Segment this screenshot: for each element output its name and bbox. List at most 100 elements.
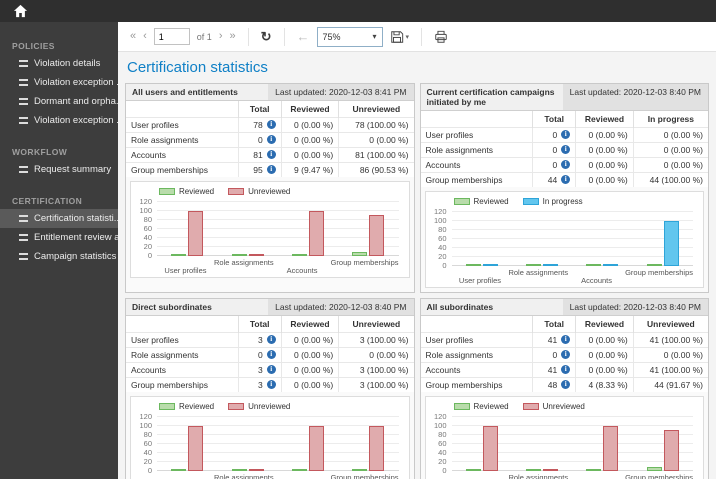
sidebar-section-certification: CERTIFICATION Certification statisti... …	[0, 193, 118, 266]
print-button[interactable]	[434, 30, 448, 44]
info-icon[interactable]	[266, 365, 276, 374]
info-icon[interactable]	[561, 160, 571, 169]
table-row: User profiles 0 0 (0.00 %) 0 (0.00 %)	[420, 127, 708, 143]
info-icon[interactable]	[266, 150, 276, 159]
total-value: 0	[258, 135, 263, 145]
total-value: 95	[253, 165, 263, 175]
zoom-value: 75%	[322, 31, 341, 42]
sidebar-item-request-summary[interactable]: Request summary	[0, 160, 118, 179]
y-tick-label: 60	[143, 224, 152, 233]
panel-direct-subordinates: Direct subordinates Last updated: 2020-1…	[125, 298, 415, 479]
sidebar-item-violation-exception-1[interactable]: Violation exception ...	[0, 73, 118, 92]
bar-unreviewed	[308, 211, 324, 256]
page-number-input[interactable]	[153, 28, 190, 45]
info-icon[interactable]	[561, 380, 571, 389]
reviewed-value: 0 (0.00 %)	[575, 157, 634, 173]
y-tick-label: 20	[143, 242, 152, 251]
unreviewed-value: 0 (0.00 %)	[338, 347, 414, 363]
sidebar-item-violation-exception-2[interactable]: Violation exception ...	[0, 111, 118, 130]
info-icon[interactable]	[266, 335, 276, 344]
next-page-button[interactable]: ›	[219, 31, 223, 42]
report-icon	[19, 117, 28, 124]
bar-reviewed	[291, 469, 307, 471]
info-icon[interactable]	[561, 350, 571, 359]
panel-all-users-and-entitlements: All users and entitlements Last updated:…	[125, 83, 415, 293]
sidebar-item-campaign-statistics[interactable]: Campaign statistics	[0, 247, 118, 266]
info-icon[interactable]	[561, 365, 571, 374]
info-icon[interactable]	[266, 350, 276, 359]
total-value: 0	[552, 130, 558, 140]
chart-container: Reviewed Unreviewed 020406080100120 User …	[424, 396, 704, 479]
column-header-reviewed: Reviewed	[575, 111, 634, 128]
info-icon[interactable]	[561, 335, 571, 344]
legend-swatch-unreviewed	[228, 188, 245, 195]
bar-in-progress	[663, 221, 679, 266]
info-icon[interactable]	[266, 135, 276, 144]
bar-reviewed	[171, 254, 187, 256]
reviewed-value: 0 (0.00 %)	[280, 347, 339, 363]
first-page-button[interactable]: «	[130, 31, 136, 42]
column-header-total: Total	[532, 111, 576, 128]
legend-label: Reviewed	[473, 197, 509, 206]
home-icon	[13, 4, 27, 18]
back-button[interactable]: ←	[297, 30, 310, 43]
info-icon[interactable]	[561, 175, 571, 184]
info-icon[interactable]	[266, 380, 276, 389]
info-icon[interactable]	[266, 165, 276, 174]
panel-title: All users and entitlements	[126, 84, 269, 100]
sidebar-item-dormant-and-orphaned[interactable]: Dormant and orpha...	[0, 92, 118, 111]
bar-reviewed	[352, 469, 368, 471]
column-header-empty	[421, 316, 533, 333]
main-area: « ‹ of 1 › » ↻ ← 75% ▾ ▾	[118, 22, 716, 479]
bar-group	[452, 417, 512, 471]
y-tick-label: 120	[433, 412, 447, 421]
legend-label: Unreviewed	[248, 187, 291, 196]
y-tick-label: 20	[438, 252, 447, 261]
info-icon[interactable]	[561, 145, 571, 154]
bar-group	[278, 202, 338, 256]
y-tick-label: 60	[438, 439, 447, 448]
previous-page-button[interactable]: ‹	[143, 31, 147, 42]
y-tick-label: 40	[438, 448, 447, 457]
y-tick-label: 100	[139, 206, 152, 215]
sidebar-item-entitlement-review[interactable]: Entitlement review a...	[0, 228, 118, 247]
x-category-label: Group memberships	[330, 473, 399, 479]
zoom-select[interactable]: 75% ▾	[316, 26, 383, 47]
reviewed-value: 0 (0.00 %)	[575, 332, 634, 348]
home-button[interactable]	[11, 3, 29, 19]
panel-title: Direct subordinates	[126, 299, 269, 315]
panels-grid: All users and entitlements Last updated:…	[125, 83, 709, 479]
sidebar-item-label: Campaign statistics	[34, 251, 117, 262]
legend-swatch-reviewed	[453, 198, 470, 205]
unreviewed-value: 3 (100.00 %)	[338, 332, 414, 348]
in-progress-value: 0 (0.00 %)	[632, 142, 708, 158]
save-export-button[interactable]: ▾	[390, 30, 409, 44]
refresh-button[interactable]: ↻	[261, 30, 272, 43]
last-page-button[interactable]: »	[229, 31, 235, 42]
report-icon	[19, 215, 28, 222]
info-icon[interactable]	[266, 120, 276, 129]
bar-reviewed	[646, 467, 662, 471]
legend-swatch-reviewed	[453, 403, 470, 410]
sidebar-item-violation-details[interactable]: Violation details	[0, 54, 118, 73]
last-updated-label: Last updated: 2020-12-03 8:40 PM	[268, 299, 414, 315]
x-category-label: Accounts	[274, 472, 331, 479]
bar-group	[633, 417, 693, 471]
bar-unreviewed	[369, 215, 385, 256]
row-label: Accounts	[126, 362, 239, 378]
bar-unreviewed	[663, 429, 679, 471]
x-category-label: Group memberships	[625, 268, 694, 277]
column-header-reviewed: Reviewed	[280, 316, 339, 333]
topbar	[0, 0, 716, 22]
sidebar-item-certification-statistics[interactable]: Certification statisti...	[0, 209, 118, 228]
table-row: Role assignments 0 0 (0.00 %) 0 (0.00 %)	[420, 142, 708, 158]
info-icon[interactable]	[561, 130, 571, 139]
table-row: Accounts 81 0 (0.00 %) 81 (100.00 %)	[126, 147, 414, 163]
y-tick-label: 20	[143, 457, 152, 466]
unreviewed-value: 0 (0.00 %)	[338, 132, 414, 148]
bar-group	[572, 417, 632, 471]
bar-reviewed	[465, 264, 481, 266]
panel-title: Current certification campaigns initiate…	[420, 84, 563, 110]
y-tick-label: 80	[143, 215, 152, 224]
x-category-label: User profiles	[458, 276, 502, 285]
